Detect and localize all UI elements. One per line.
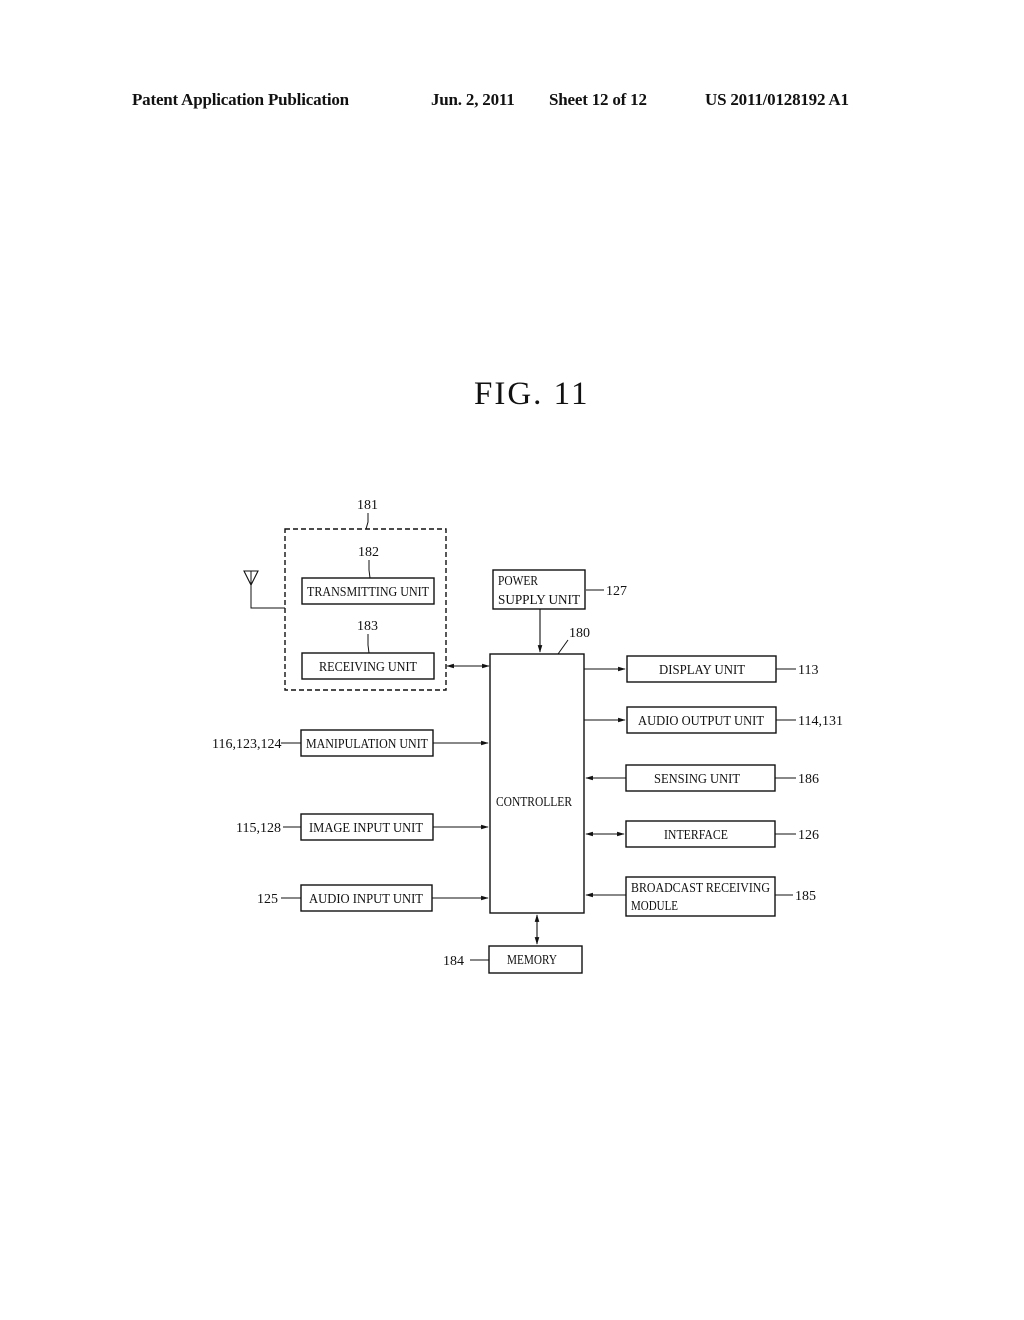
receiving-unit-label: RECEIVING UNIT <box>319 660 417 675</box>
power-supply-label-line1: POWER <box>498 574 539 589</box>
manipulation-unit-label: MANIPULATION UNIT <box>306 737 428 752</box>
sensing-unit-label: SENSING UNIT <box>654 772 740 787</box>
ref-115-128: 115,128 <box>236 821 281 836</box>
ref-186: 186 <box>798 772 819 787</box>
ref-180: 180 <box>569 626 590 641</box>
transmitting-unit-label: TRANSMITTING UNIT <box>307 585 429 600</box>
audio-input-unit-label: AUDIO INPUT UNIT <box>309 892 423 907</box>
block-diagram: 181 182 183 127 180 113 114,131 186 126 … <box>212 498 843 974</box>
ref-184: 184 <box>443 954 464 969</box>
leader-181 <box>365 513 369 530</box>
ref-127: 127 <box>606 584 627 599</box>
power-supply-label-line2: SUPPLY UNIT <box>498 593 580 608</box>
broadcast-receiving-module-label-line2: MODULE <box>631 899 678 914</box>
memory-label: MEMORY <box>507 953 557 968</box>
ref-185: 185 <box>795 889 816 904</box>
audio-output-unit-label: AUDIO OUTPUT UNIT <box>638 714 764 729</box>
image-input-unit-label: IMAGE INPUT UNIT <box>309 821 423 836</box>
ref-182: 182 <box>358 545 379 560</box>
ref-181: 181 <box>357 498 378 513</box>
leader-180 <box>557 639 569 655</box>
ref-116-123-124: 116,123,124 <box>212 737 281 752</box>
antenna-icon <box>243 570 285 609</box>
controller-box <box>489 653 585 914</box>
ref-125: 125 <box>257 892 278 907</box>
leader-182 <box>368 560 371 579</box>
ref-113: 113 <box>798 663 818 678</box>
leader-183 <box>367 634 370 654</box>
interface-label: INTERFACE <box>664 828 728 843</box>
controller-label: CONTROLLER <box>496 795 573 810</box>
ref-183: 183 <box>357 619 378 634</box>
display-unit-label: DISPLAY UNIT <box>659 663 745 678</box>
broadcast-receiving-module-label-line1: BROADCAST RECEIVING <box>631 881 770 896</box>
ref-126: 126 <box>798 828 819 843</box>
ref-114-131: 114,131 <box>798 714 843 729</box>
